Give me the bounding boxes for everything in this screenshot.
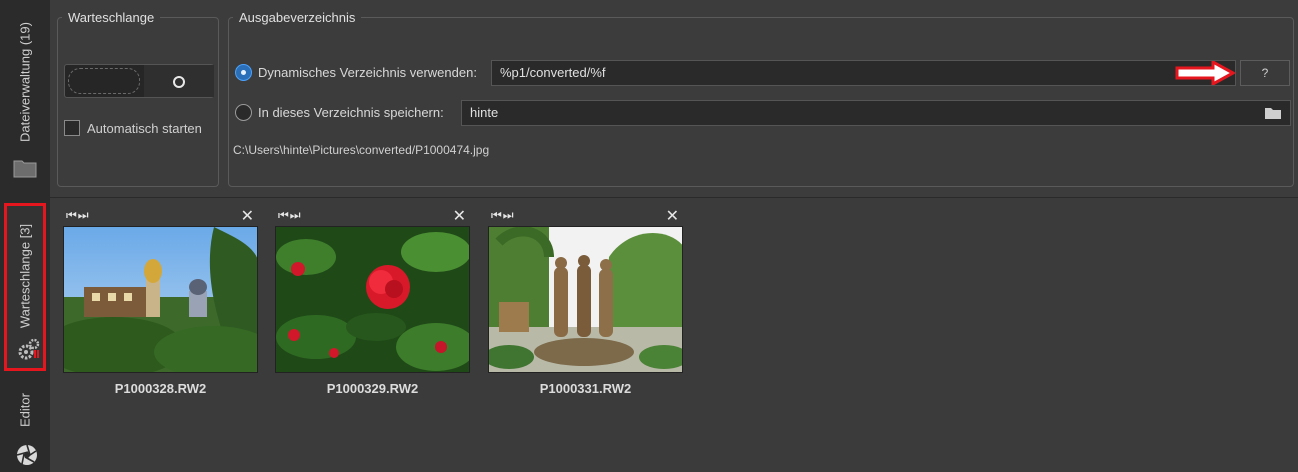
dynamic-dir-input[interactable]: %p1/converted/%f xyxy=(491,60,1236,86)
aperture-icon xyxy=(16,444,37,465)
output-group: Ausgabeverzeichnis Dynamisches Verzeichn… xyxy=(228,10,1294,187)
autostart-label: Automatisch starten xyxy=(87,120,202,136)
queue-group: Warteschlange Automatisch starten xyxy=(57,10,219,187)
queue-item[interactable]: ⏮⏭ ✕ P1000329.RW2 xyxy=(275,206,470,396)
close-icon[interactable]: ✕ xyxy=(453,206,466,226)
reorder-icon[interactable]: ⏮⏭ xyxy=(491,208,515,223)
queue-list: ⏮⏭ ✕ P1000328.RW2 ⏮⏭ ✕ P1000329.RW2 ⏮⏭ ✕… xyxy=(50,198,1298,472)
tab-warteschlange[interactable]: Warteschlange [3] xyxy=(4,203,46,371)
tab-editor-label: Editor xyxy=(17,393,33,427)
thumbnail-image-statues xyxy=(489,227,682,372)
fixed-dir-option[interactable]: In dieses Verzeichnis speichern: xyxy=(235,104,444,121)
queue-item-name: P1000331.RW2 xyxy=(539,381,632,396)
help-button[interactable]: ? xyxy=(1240,60,1290,86)
reorder-icon[interactable]: ⏮⏭ xyxy=(66,208,90,223)
autostart-checkbox[interactable] xyxy=(64,120,80,136)
thumbnail[interactable] xyxy=(63,226,258,373)
autostart-row[interactable]: Automatisch starten xyxy=(64,120,202,136)
toggle-knob xyxy=(144,65,214,97)
fixed-dir-label: In dieses Verzeichnis speichern: xyxy=(258,105,444,120)
thumbnail[interactable] xyxy=(488,226,683,373)
dynamic-dir-radio[interactable] xyxy=(235,64,252,81)
queue-item[interactable]: ⏮⏭ ✕ P1000331.RW2 xyxy=(488,206,683,396)
fixed-dir-input[interactable]: hinte xyxy=(461,100,1291,126)
thumbnail-image-flower xyxy=(276,227,469,372)
dynamic-dir-label: Dynamisches Verzeichnis verwenden: xyxy=(258,65,477,80)
arrow-annotation-icon xyxy=(1175,61,1235,85)
fixed-dir-radio[interactable] xyxy=(235,104,252,121)
settings-panel: Warteschlange Automatisch starten Ausgab… xyxy=(50,0,1298,198)
queue-item-name: P1000329.RW2 xyxy=(326,381,419,396)
gears-icon xyxy=(18,338,40,360)
thumbnail-image-building xyxy=(64,227,257,372)
sidebar: Dateiverwaltung (19) Warteschlange [3] E… xyxy=(0,0,50,472)
dynamic-dir-option[interactable]: Dynamisches Verzeichnis verwenden: xyxy=(235,64,477,81)
fixed-dir-value: hinte xyxy=(470,105,499,120)
close-icon[interactable]: ✕ xyxy=(241,206,254,226)
tab-editor[interactable]: Editor xyxy=(4,380,46,472)
tab-dateiverwaltung-label: Dateiverwaltung (19) xyxy=(17,22,33,142)
folder-icon[interactable] xyxy=(13,158,37,178)
reorder-icon[interactable]: ⏮⏭ xyxy=(278,208,302,223)
thumbnail[interactable] xyxy=(275,226,470,373)
output-group-title: Ausgabeverzeichnis xyxy=(239,10,356,25)
start-toggle[interactable] xyxy=(64,64,214,98)
close-icon[interactable]: ✕ xyxy=(666,206,679,226)
tab-warteschlange-label: Warteschlange [3] xyxy=(17,223,33,329)
toggle-off-state xyxy=(68,68,140,94)
queue-group-title: Warteschlange xyxy=(68,10,155,25)
path-preview: C:\Users\hinte\Pictures\converted/P10004… xyxy=(233,143,490,157)
queue-item[interactable]: ⏮⏭ ✕ P1000328.RW2 xyxy=(63,206,258,396)
folder-browse-icon[interactable] xyxy=(1264,106,1282,120)
queue-item-name: P1000328.RW2 xyxy=(114,381,207,396)
